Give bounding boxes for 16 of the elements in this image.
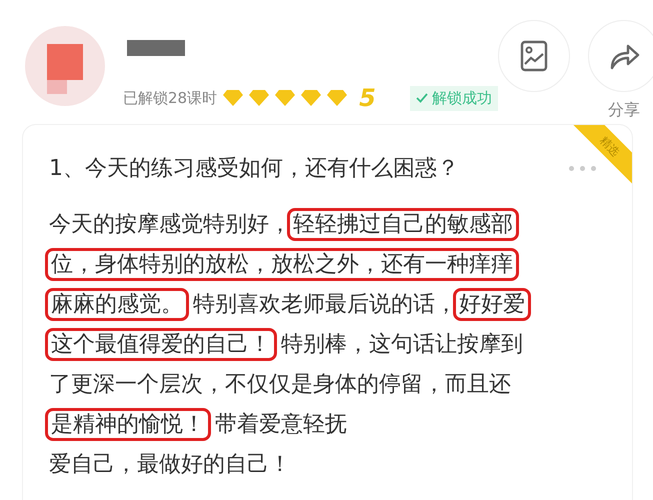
diamond-icon [249, 90, 270, 106]
unlock-badge: 解锁成功 [410, 86, 498, 110]
avatar-icon [25, 26, 105, 106]
unlocked-hours: 已解锁28课时 [123, 88, 218, 108]
body-line: 今天的按摩感觉特别好，轻轻拂过自己的敏感部 [49, 205, 612, 245]
diamond-icon [223, 90, 244, 106]
level-number: 5 [359, 84, 376, 112]
redacted-name [127, 40, 185, 56]
question-text: 1、今天的练习感受如何，还有什么困惑？ [49, 155, 459, 183]
diamond-icon [301, 90, 322, 106]
body-line: 了更深一个层次，不仅仅是身体的停留，而且还 [49, 371, 512, 399]
diamond-icon [275, 90, 296, 106]
share-label: 分享 [608, 100, 640, 121]
picture-frame-icon [520, 40, 548, 72]
body-line: 爱自己，最做好的自己！ [49, 451, 292, 479]
diamond-icon [327, 90, 348, 106]
